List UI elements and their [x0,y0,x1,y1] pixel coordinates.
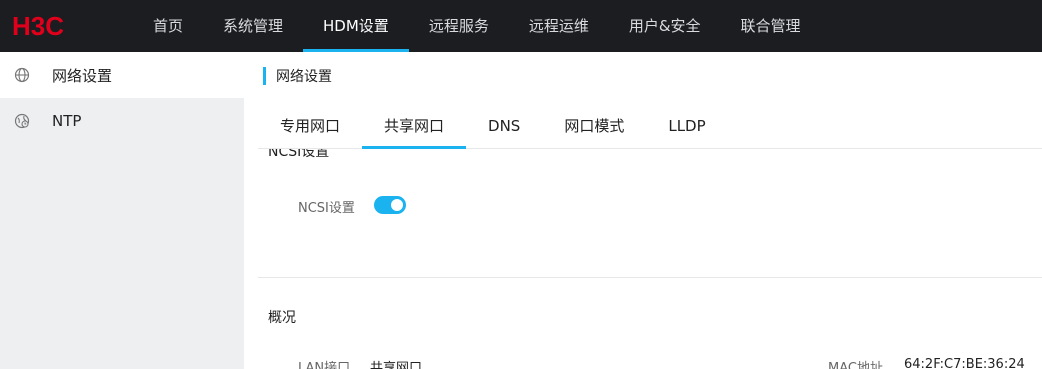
sidebar-item-label: 网络设置 [52,66,113,85]
tab-dedicated-port[interactable]: 专用网口 [258,104,362,148]
ncsi-toggle-label: NCSI设置 [298,201,355,216]
lan-interface-value: 共享网口 [370,361,423,369]
tab-shared-port[interactable]: 共享网口 [362,104,467,149]
page-title-text: 网络设置 [276,69,332,85]
divider [258,277,1042,278]
overview-section-title: 概况 [268,310,296,326]
mac-address-value: 64:2F:C7:BE:36:24 [904,357,1025,369]
clock-globe-icon [14,113,30,129]
top-navbar: H3C 首页 系统管理 HDM设置 远程服务 远程运维 用户&安全 联合管理 [0,0,1042,52]
tab-lldp[interactable]: LLDP [646,104,727,148]
sidebar-item-label: NTP [52,112,82,130]
sidebar-item-network[interactable]: 网络设置 [0,52,244,98]
mac-address-label: MAC地址 [828,361,883,369]
tab-dns[interactable]: DNS [466,104,542,148]
nav-item-remote-ops[interactable]: 远程运维 [509,0,609,52]
sidebar-item-ntp[interactable]: NTP [0,98,244,144]
toggle-knob [391,199,403,211]
ncsi-section-title: NCSI设置 [268,149,330,160]
nav-item-hdm-settings[interactable]: HDM设置 [303,0,409,52]
ncsi-toggle[interactable] [374,196,406,214]
svg-text:H3C: H3C [12,13,64,39]
tab-port-mode[interactable]: 网口模式 [542,104,646,148]
page-title: 网络设置 [263,67,332,85]
nav-item-user-security[interactable]: 用户&安全 [609,0,721,52]
title-accent-bar [263,67,266,85]
sidebar: 网络设置 NTP [0,52,244,369]
nav-item-federation[interactable]: 联合管理 [721,0,821,52]
main-nav: 首页 系统管理 HDM设置 远程服务 远程运维 用户&安全 联合管理 [133,0,821,52]
nav-item-home[interactable]: 首页 [133,0,203,52]
globe-icon [14,67,30,83]
lan-interface-label: LAN接口 [298,361,351,369]
h3c-logo: H3C [12,13,64,39]
nav-item-remote-service[interactable]: 远程服务 [409,0,509,52]
nav-item-system[interactable]: 系统管理 [203,0,303,52]
tab-bar: 专用网口 共享网口 DNS 网口模式 LLDP [258,104,1042,149]
main-panel: 网络设置 专用网口 共享网口 DNS 网口模式 LLDP NCSI设置 NCSI… [258,52,1042,369]
scroll-content[interactable]: NCSI设置 NCSI设置 概况 LAN接口 共享网口 MAC地址 64:2F:… [258,149,1042,369]
